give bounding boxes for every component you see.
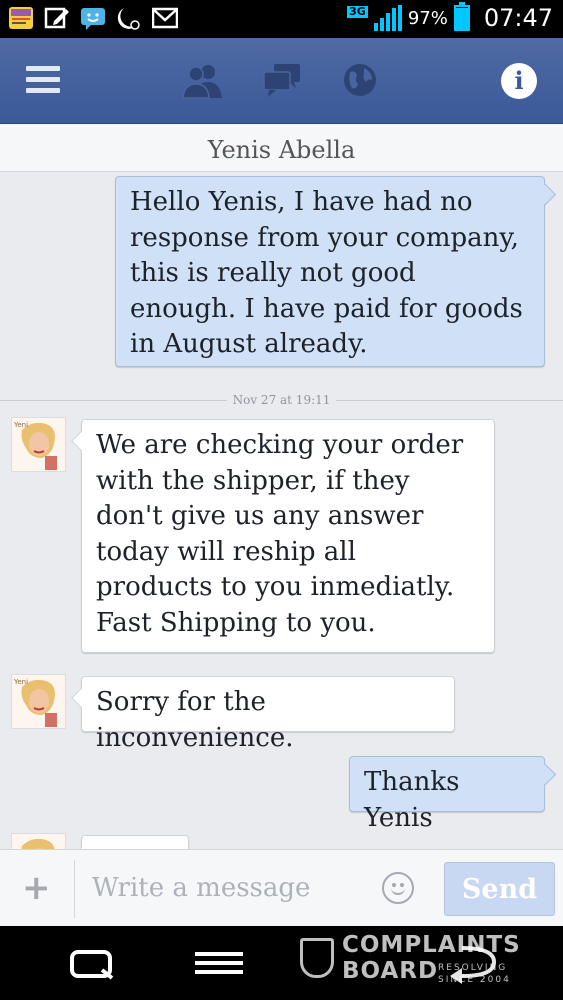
message-list[interactable]: Hello Yenis, I have had no response from… (0, 172, 563, 849)
contact-photo (12, 834, 65, 849)
contact-photo: Yeni (12, 418, 65, 471)
message-composer: + Send (0, 849, 563, 926)
messages-icon[interactable] (262, 62, 302, 100)
info-icon[interactable]: i (501, 63, 537, 99)
message-bubble-incoming: Sorry for the inconvenience. (81, 676, 455, 753)
friends-icon[interactable] (182, 62, 224, 100)
network-type: 3G (347, 5, 368, 18)
emoji-icon[interactable] (382, 872, 414, 904)
timestamp: Nov 27 at 19:11 (226, 393, 337, 407)
composer-divider (74, 860, 75, 918)
chat-icon (81, 8, 105, 30)
battery-percent: 97% (407, 7, 448, 29)
edit-icon (44, 7, 69, 29)
message-bubble-outgoing: Hello Yenis, I have had no response from… (115, 176, 545, 367)
avatar[interactable] (11, 833, 66, 849)
signal-icon (373, 5, 402, 31)
timestamp-divider: Nov 27 at 19:11 (0, 391, 563, 411)
message-input[interactable] (80, 866, 370, 910)
battery-icon (453, 2, 470, 31)
watermark-logo: COMPLAINTS BOARD RESOLVING SINCE 2004 (300, 932, 560, 994)
conversation-title: Yenis Abella (0, 124, 563, 172)
status-indicators: 3G 97% 07:47 (347, 2, 553, 32)
moon-icon (117, 8, 140, 30)
status-bar: 3G 97% 07:47 (0, 0, 563, 38)
clock: 07:47 (483, 4, 553, 32)
message-bubble-incoming-partial (81, 835, 189, 849)
watermark-line2: BOARD (342, 958, 439, 984)
navigation-bar: COMPLAINTS BOARD RESOLVING SINCE 2004 (0, 926, 563, 1000)
menu-button-icon[interactable] (192, 926, 246, 1000)
svg-text:Yeni: Yeni (13, 421, 28, 429)
contact-photo: Yeni (12, 675, 65, 728)
svg-text:Yeni: Yeni (13, 678, 28, 686)
news-app-icon (9, 7, 33, 29)
avatar[interactable]: Yeni (11, 674, 66, 729)
notification-icons (8, 6, 178, 30)
message-bubble-incoming: We are checking your order with the ship… (81, 419, 495, 653)
message-bubble-outgoing: Thanks Yenis (349, 756, 545, 833)
app-header: i (0, 38, 563, 124)
back-icon[interactable] (442, 926, 502, 1000)
add-attachment-icon[interactable]: + (22, 868, 51, 908)
send-button[interactable]: Send (444, 862, 555, 916)
globe-icon[interactable] (342, 62, 378, 98)
shield-icon (300, 938, 334, 978)
avatar[interactable]: Yeni (11, 417, 66, 472)
menu-icon[interactable] (26, 66, 60, 94)
gmail-icon (152, 7, 178, 29)
recent-apps-icon[interactable] (66, 926, 120, 1000)
